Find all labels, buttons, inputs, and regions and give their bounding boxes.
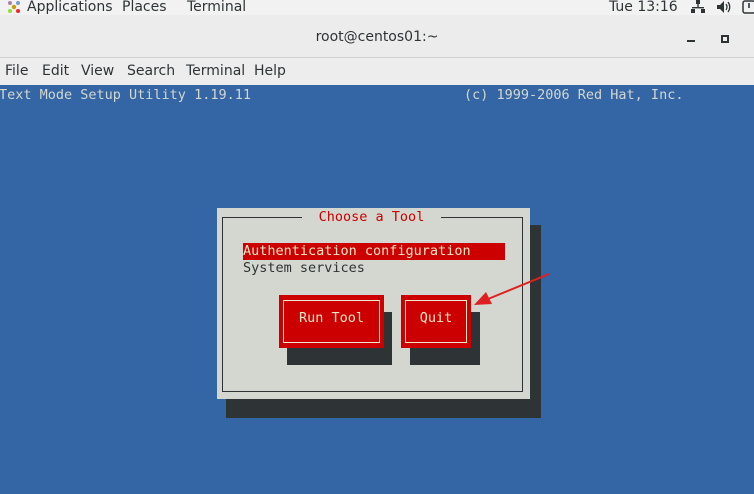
volume-icon[interactable]	[716, 0, 732, 15]
app-menu-icon	[8, 1, 20, 13]
annotation-arrow	[474, 273, 550, 305]
menu-search[interactable]: Search	[127, 58, 175, 84]
window-title: root@centos01:~	[315, 29, 439, 45]
menu-terminal[interactable]: Terminal	[186, 58, 245, 84]
terminal-screen[interactable]: Text Mode Setup Utility 1.19.11 (c) 1999…	[0, 85, 754, 494]
menu-file[interactable]: File	[5, 58, 28, 84]
power-icon[interactable]	[741, 0, 754, 15]
system-top-bar: Applications Places Terminal Tue 13:16	[0, 0, 754, 15]
window-title-bar[interactable]: root@centos01:~	[0, 15, 754, 58]
menu-view[interactable]: View	[81, 58, 114, 84]
network-icon[interactable]	[690, 0, 706, 15]
maximize-icon[interactable]	[720, 34, 730, 44]
minimize-icon[interactable]	[686, 33, 696, 43]
menu-help[interactable]: Help	[254, 58, 286, 84]
terminal-menu-bar: File Edit View Search Terminal Help	[0, 58, 754, 85]
menu-edit[interactable]: Edit	[42, 58, 69, 84]
